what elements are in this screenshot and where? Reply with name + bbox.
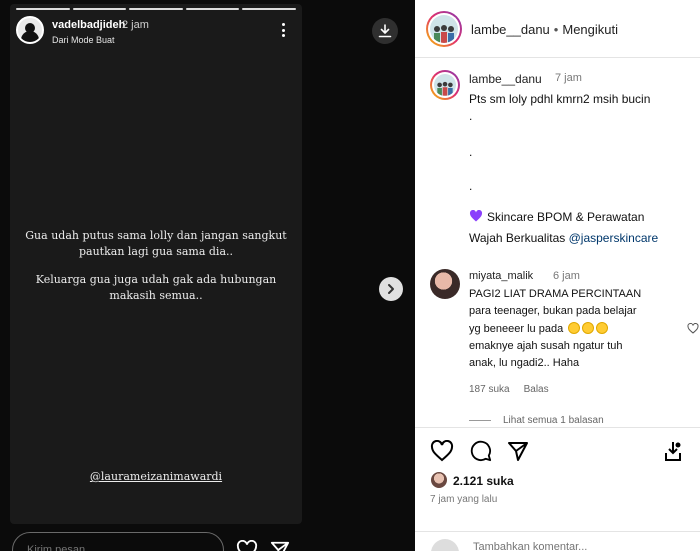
story-header: vadelbadjideh 2 jam Dari Mode Buat	[16, 16, 294, 48]
comment-line: PAGI2 LIAT DRAMA PERCINTAAN	[469, 288, 642, 300]
caption-avatar[interactable]	[430, 70, 460, 100]
comment-likes[interactable]: 187 suka	[469, 384, 510, 395]
download-icon	[378, 24, 392, 38]
story-progress	[16, 8, 296, 10]
story-subtitle: Dari Mode Buat	[52, 35, 115, 45]
separator: •	[553, 22, 559, 37]
comment-icon[interactable]	[469, 440, 493, 462]
add-comment-input[interactable]	[473, 541, 615, 551]
comment-line: para teenager, bukan pada belajar	[469, 305, 637, 317]
comment-time: 6 jam	[553, 270, 580, 282]
heart-icon[interactable]	[430, 440, 454, 462]
caption-username[interactable]: lambe__danu	[469, 72, 542, 86]
header-user: lambe__danu • Mengikuti	[471, 22, 618, 37]
caption-dot: .	[469, 109, 473, 123]
send-icon[interactable]	[270, 540, 290, 551]
post-actions: 2.121 suka 7 jam yang lalu	[415, 427, 700, 543]
follow-status[interactable]: Mengikuti	[562, 22, 618, 37]
add-comment-bar	[415, 531, 700, 551]
commenter-username[interactable]: miyata_malik	[469, 270, 533, 282]
story-mention[interactable]: @laurameizanimawardi	[10, 470, 302, 483]
send-icon[interactable]	[507, 440, 529, 462]
promo-link[interactable]: @jasperskincare	[569, 231, 659, 245]
crying-emoji-icon	[568, 322, 581, 334]
caption-text: Pts sm loly pdhl kmrn2 msih bucin	[469, 92, 651, 106]
post-pane: lambe__danu • Mengikuti lambe__danu 7 jam …	[415, 0, 700, 551]
media-pane: vadelbadjideh 2 jam Dari Mode Buat Gua u…	[0, 0, 415, 551]
more-icon[interactable]	[276, 22, 290, 38]
story-reply-input[interactable]	[12, 532, 224, 551]
post-date: 7 jam yang lalu	[430, 494, 498, 505]
post-header: lambe__danu • Mengikuti	[415, 0, 700, 58]
comment-line: anak, lu ngadi2.. Haha	[469, 357, 580, 369]
comment-meta: 187 suka Balas	[469, 384, 549, 395]
chevron-right-icon	[388, 284, 394, 294]
laughing-emoji-icon	[582, 322, 595, 334]
commenter-avatar[interactable]	[430, 269, 460, 299]
author-username[interactable]: lambe__danu	[471, 22, 550, 37]
current-user-avatar	[431, 539, 459, 551]
story-text-line: pautkan lagi gua sama dia..	[78, 245, 234, 258]
next-button[interactable]	[379, 277, 403, 301]
comment-line: emaknye ajah susah ngatur tuh	[469, 340, 623, 352]
view-replies-button[interactable]: Lihat semua 1 balasan	[469, 415, 604, 426]
caption-dot: .	[469, 145, 473, 159]
save-icon[interactable]	[662, 440, 684, 462]
story-text-line: Gua udah putus sama lolly dan jangan san…	[25, 229, 287, 242]
likes-count[interactable]: 2.121 suka	[453, 474, 514, 488]
purple-heart-icon	[469, 210, 483, 222]
story-viewer[interactable]: vadelbadjideh 2 jam Dari Mode Buat Gua u…	[10, 4, 302, 524]
caption-time: 7 jam	[555, 72, 582, 84]
story-avatar[interactable]	[16, 16, 44, 44]
comment-line-emoji: yg beneeer lu pada	[469, 322, 609, 335]
liker-avatar	[430, 471, 448, 489]
story-time: 2 jam	[122, 19, 149, 31]
author-avatar[interactable]	[426, 11, 462, 47]
caption-promo-line2: Wajah Berkualitas @jasperskincare	[469, 231, 659, 245]
heart-icon[interactable]	[687, 323, 699, 334]
reply-button[interactable]: Balas	[524, 384, 549, 395]
heart-icon[interactable]	[236, 540, 258, 551]
download-button[interactable]	[372, 18, 398, 44]
comments-list[interactable]: lambe__danu 7 jam Pts sm loly pdhl kmrn2…	[415, 59, 700, 427]
caption-promo: Skincare BPOM & Perawatan	[469, 210, 644, 224]
story-text-line: Keluarga gua juga udah gak ada hubungan	[35, 273, 277, 286]
story-username[interactable]: vadelbadjideh	[52, 19, 125, 31]
grin-emoji-icon	[596, 322, 609, 334]
story-text-line: makasih semua..	[109, 289, 203, 302]
caption-dot: .	[469, 179, 473, 193]
